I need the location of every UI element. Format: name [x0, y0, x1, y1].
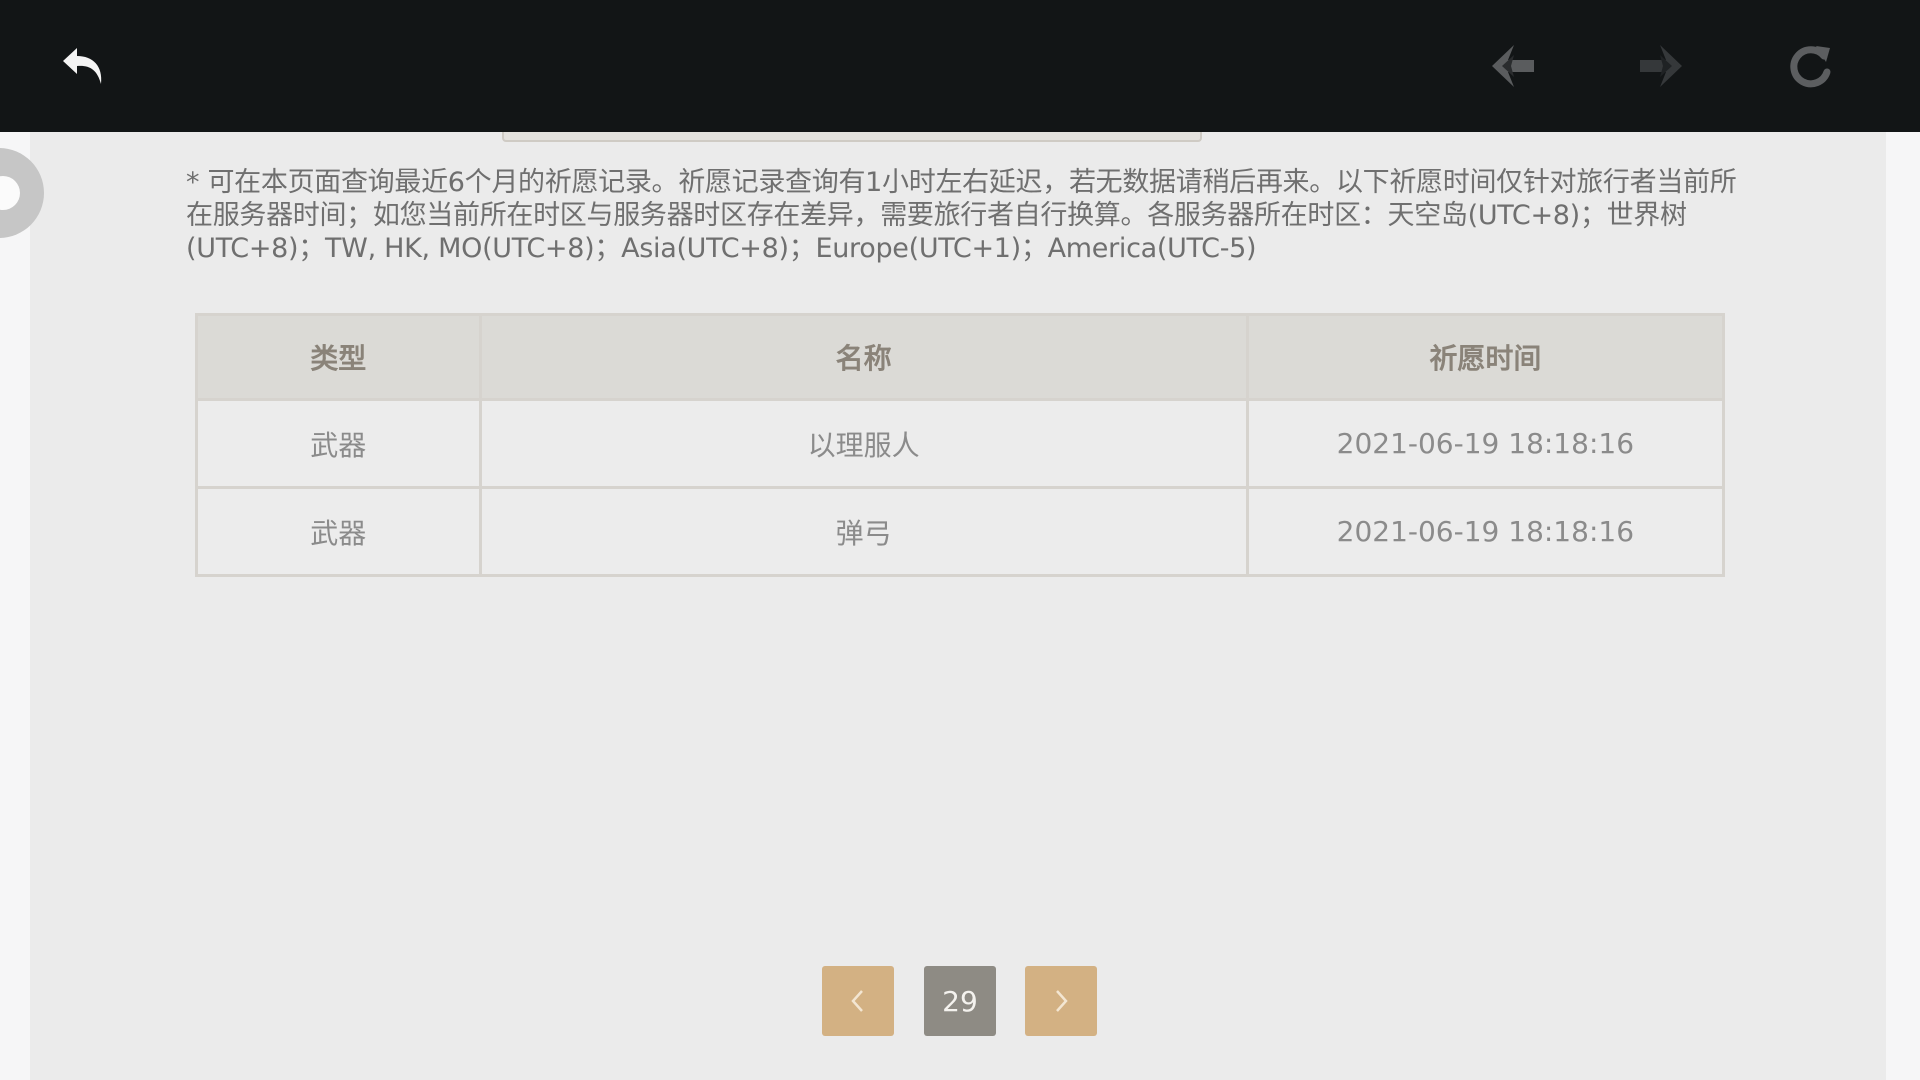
- right-margin: [1886, 132, 1920, 1080]
- chevron-right-icon: [1056, 990, 1068, 1012]
- cell-time: 2021-06-19 18:18:16: [1245, 486, 1726, 577]
- cell-time: 2021-06-19 18:18:16: [1245, 398, 1726, 489]
- header-time: 祈愿时间: [1245, 313, 1726, 401]
- back-arrow-icon: [63, 48, 102, 84]
- cell-name: 以理服人: [478, 398, 1249, 489]
- nav-prev-button[interactable]: [1478, 31, 1548, 101]
- chevron-left-icon: [851, 990, 863, 1012]
- top-toolbar: [0, 0, 1920, 132]
- prev-page-button[interactable]: [822, 966, 894, 1036]
- cell-name: 弹弓: [478, 486, 1249, 577]
- filter-dropdown-edge[interactable]: [502, 132, 1202, 142]
- pagination: 29: [30, 966, 1886, 1036]
- refresh-icon: [1790, 46, 1831, 88]
- notice-text: * 可在本页面查询最近6个月的祈愿记录。祈愿记录查询有1小时左右延迟，若无数据请…: [186, 167, 1737, 264]
- wish-history-panel: * 可在本页面查询最近6个月的祈愿记录。祈愿记录查询有1小时左右延迟，若无数据请…: [30, 132, 1886, 1080]
- next-page-button[interactable]: [1025, 966, 1097, 1036]
- left-margin: [0, 132, 30, 1080]
- table-header-row: 类型 名称 祈愿时间: [195, 313, 1726, 401]
- cell-type: 武器: [195, 398, 482, 489]
- header-name: 名称: [478, 313, 1249, 401]
- refresh-button[interactable]: [1775, 31, 1845, 101]
- wish-history-table: 类型 名称 祈愿时间 武器 以理服人 2021-06-19 18:18:16 武…: [195, 313, 1726, 577]
- nav-prev-icon: [1492, 45, 1534, 87]
- table-row: 武器 以理服人 2021-06-19 18:18:16: [195, 398, 1726, 489]
- nav-next-icon: [1640, 45, 1682, 87]
- current-page-indicator: 29: [924, 966, 996, 1036]
- cell-type: 武器: [195, 486, 482, 577]
- nav-next-button[interactable]: [1626, 31, 1696, 101]
- header-type: 类型: [195, 313, 482, 401]
- table-row: 武器 弹弓 2021-06-19 18:18:16: [195, 486, 1726, 577]
- back-button[interactable]: [48, 31, 118, 101]
